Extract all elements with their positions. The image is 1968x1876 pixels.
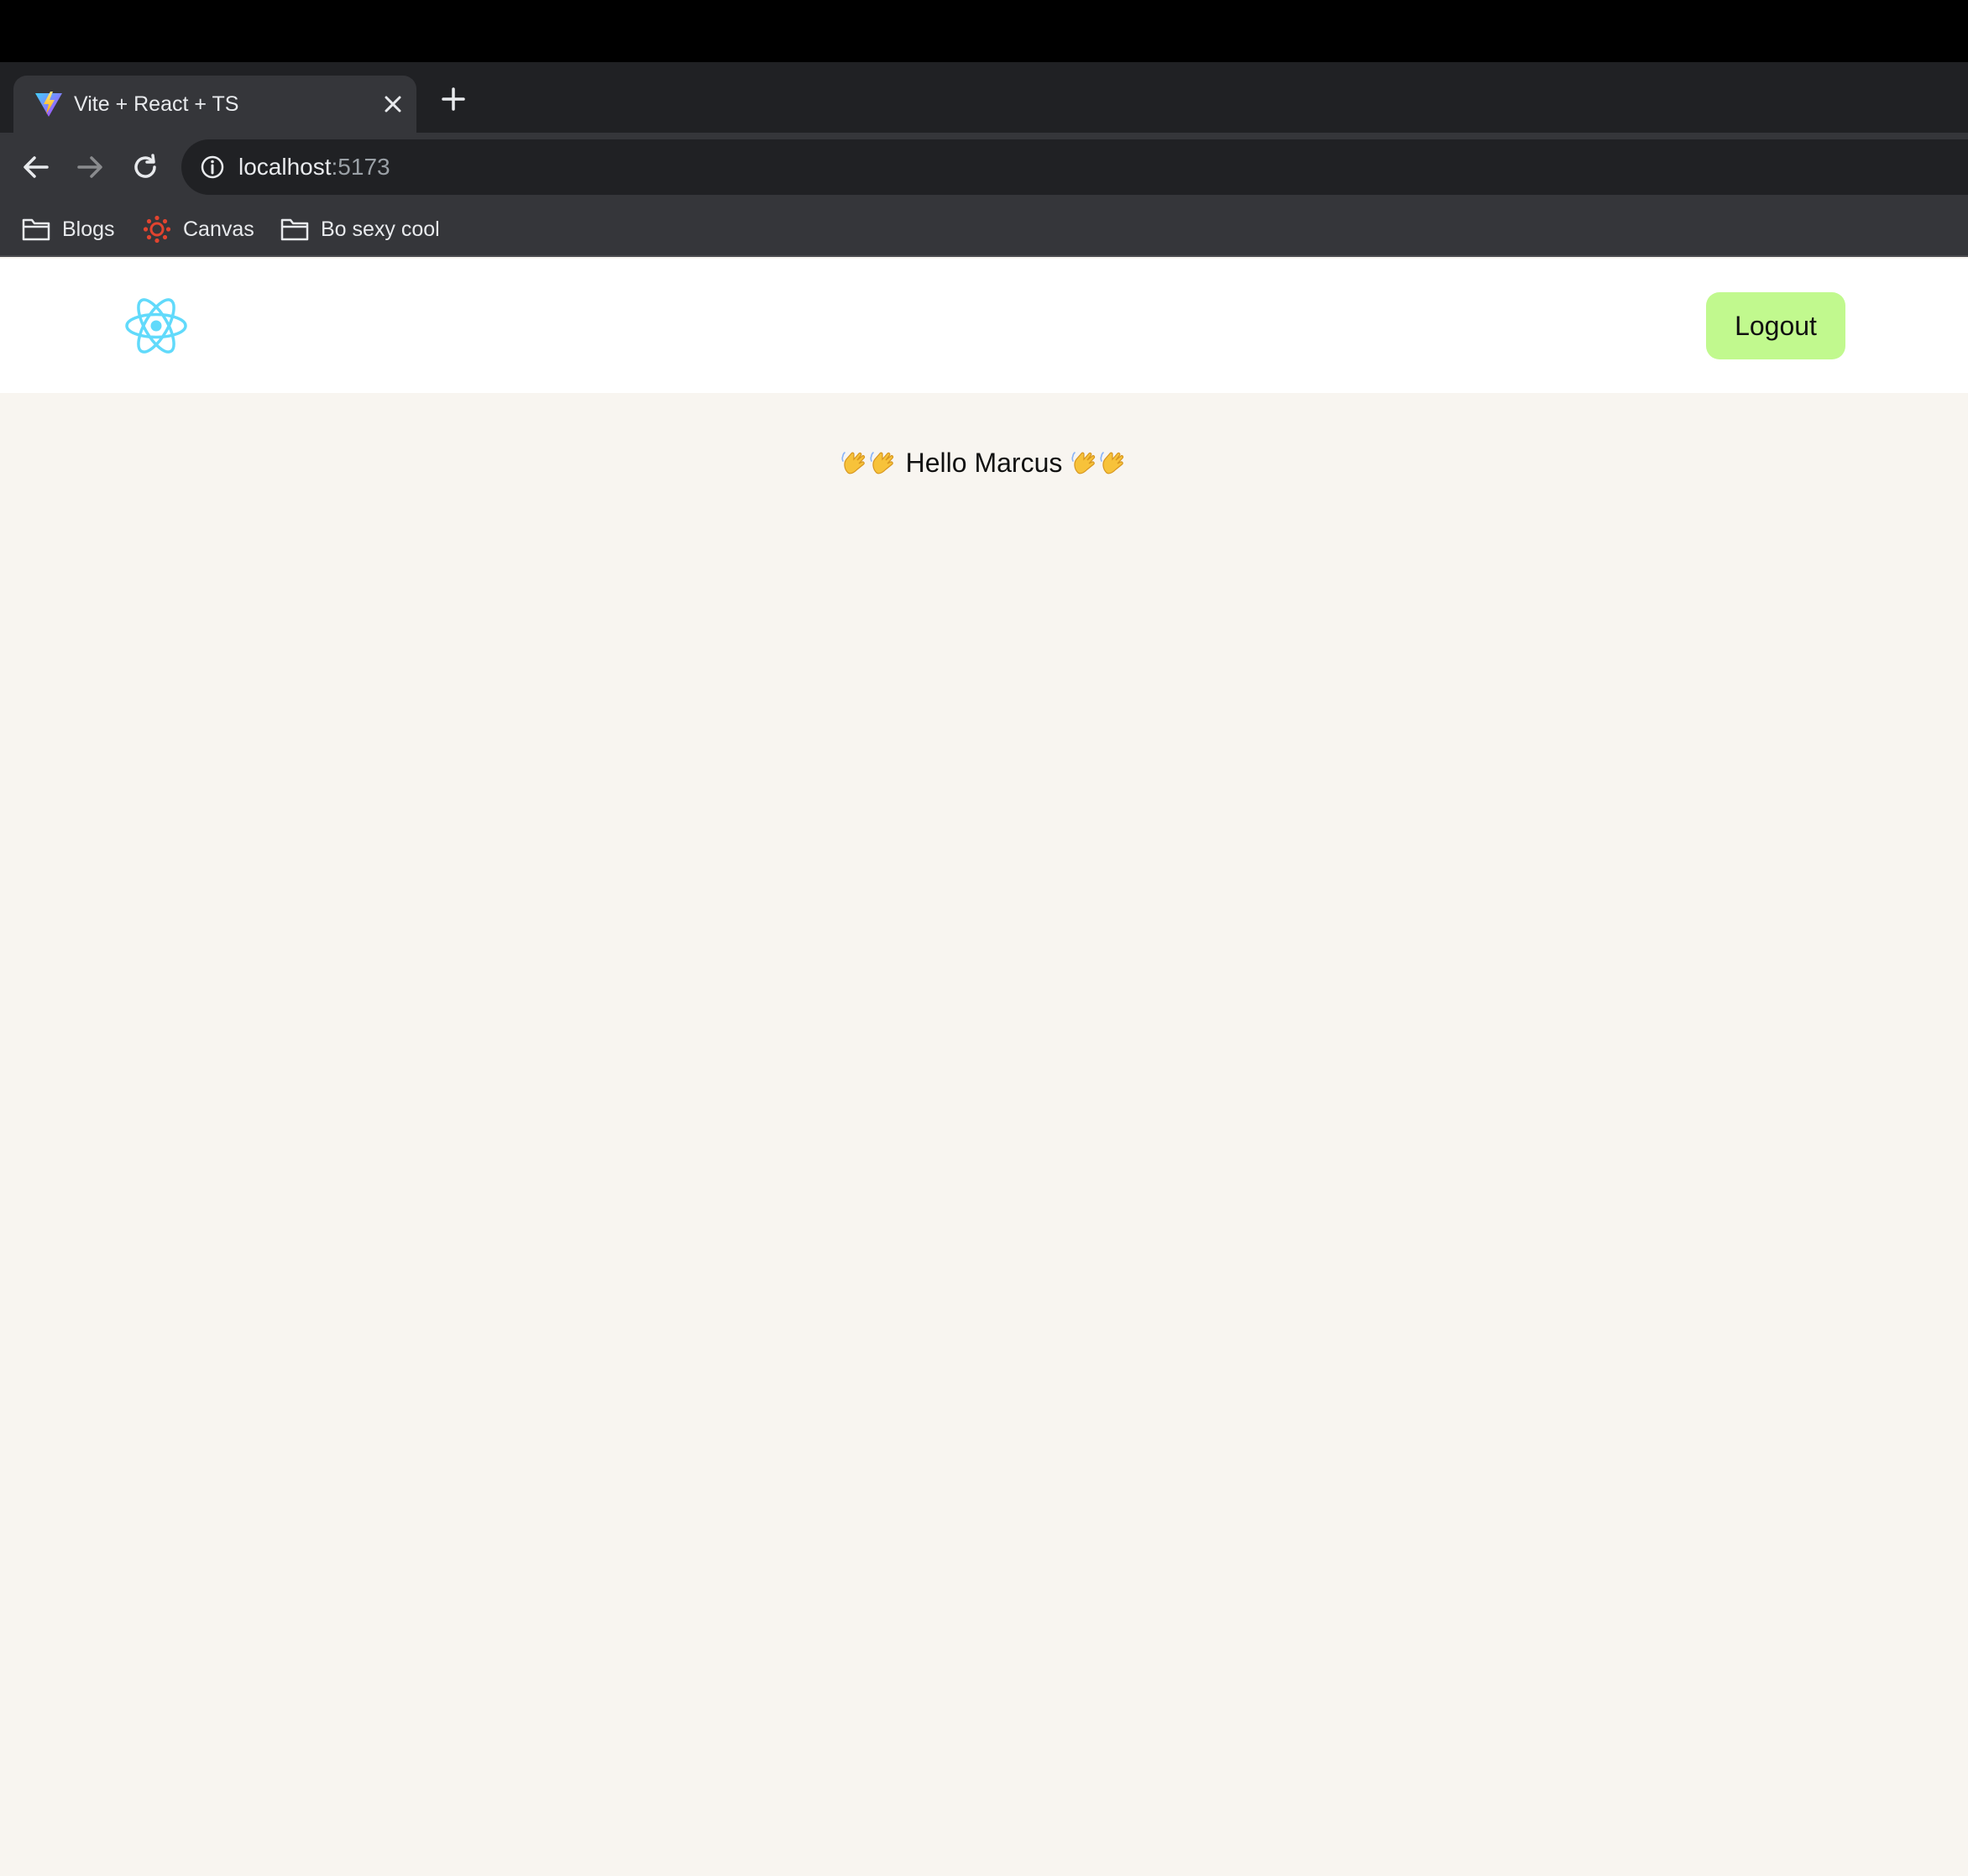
bookmark-label: Blogs bbox=[62, 217, 115, 241]
waving-hands-left bbox=[840, 449, 898, 478]
folder-icon bbox=[280, 218, 309, 241]
address-host: localhost bbox=[238, 154, 332, 180]
bookmark-label: Canvas bbox=[183, 217, 254, 241]
bookmark-label: Bo sexy cool bbox=[321, 217, 440, 241]
tab-title: Vite + React + TS bbox=[74, 92, 239, 116]
close-tab-icon[interactable] bbox=[379, 91, 406, 118]
bookmark-blogs[interactable]: Blogs bbox=[22, 210, 115, 249]
vite-logo-icon bbox=[34, 89, 64, 119]
react-logo-icon[interactable] bbox=[124, 294, 188, 358]
tab-bar: Vite + React + TS bbox=[0, 62, 1968, 133]
site-info-icon[interactable] bbox=[198, 153, 227, 181]
browser-tab[interactable]: Vite + React + TS bbox=[13, 76, 416, 133]
waving-hand-icon bbox=[1100, 451, 1124, 474]
screen: Vite + React + TS localhost:5173 Blogs C… bbox=[0, 0, 1968, 1876]
waving-hand-icon bbox=[870, 451, 893, 474]
browser-toolbar: localhost:5173 bbox=[0, 133, 1968, 202]
back-arrow-icon[interactable] bbox=[17, 148, 55, 186]
waving-hand-icon bbox=[1071, 451, 1096, 474]
forward-arrow-icon[interactable] bbox=[71, 148, 109, 186]
reload-icon[interactable] bbox=[126, 148, 165, 186]
greeting: Hello Marcus bbox=[0, 448, 1968, 479]
bookmark-canvas[interactable]: Canvas bbox=[143, 210, 254, 249]
canvas-logo-icon bbox=[143, 215, 171, 244]
new-tab-icon[interactable] bbox=[437, 82, 470, 116]
address-bar[interactable]: localhost:5173 bbox=[181, 139, 1968, 195]
bookmark-bo-sexy-cool[interactable]: Bo sexy cool bbox=[280, 210, 440, 249]
app-header: Logout bbox=[0, 259, 1968, 393]
bookmarks-bar: Blogs Canvas Bo sexy cool bbox=[0, 202, 1968, 257]
page-content: Logout Hello Marcus bbox=[0, 259, 1968, 1876]
logout-button[interactable]: Logout bbox=[1706, 292, 1845, 359]
waving-hands-right bbox=[1070, 449, 1128, 478]
waving-hand-icon bbox=[841, 451, 865, 474]
folder-icon bbox=[22, 218, 50, 241]
greeting-text: Hello Marcus bbox=[905, 448, 1063, 478]
address-port: :5173 bbox=[331, 154, 390, 180]
address-url: localhost:5173 bbox=[238, 139, 390, 195]
system-top-strip bbox=[0, 0, 1968, 62]
